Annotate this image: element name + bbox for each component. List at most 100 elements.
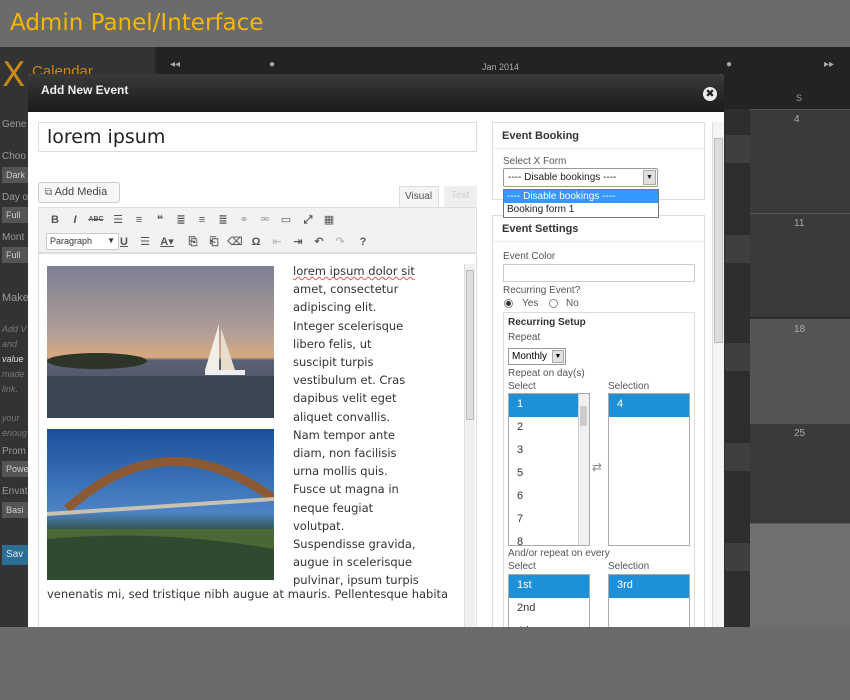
event-title-input[interactable]: lorem ipsum: [38, 122, 477, 152]
chevron-down-icon: ▼: [643, 170, 656, 185]
booking-form-dropdown[interactable]: ---- Disable bookings ---- Booking form …: [503, 189, 659, 218]
calendar-day-cell[interactable]: 18: [750, 319, 850, 423]
list-item[interactable]: 2: [509, 417, 589, 440]
text-color-icon[interactable]: A▾: [159, 234, 175, 250]
list-item[interactable]: 1: [509, 394, 589, 417]
strikethrough-icon[interactable]: ABC: [88, 212, 104, 228]
format-select[interactable]: Paragraph ▼: [46, 233, 119, 250]
repeat-value: Monthly: [512, 351, 548, 362]
sidebar-select[interactable]: Full: [2, 247, 28, 263]
list-item[interactable]: 4th: [509, 621, 589, 627]
prev-year-button[interactable]: ◂◂: [170, 59, 180, 70]
modal-scrollbar[interactable]: [712, 122, 724, 627]
text-line: Suspendisse gravida,: [293, 537, 416, 552]
repeat-label: Repeat: [508, 332, 541, 343]
sailboat-image: [47, 266, 274, 418]
modal-scroll-thumb[interactable]: [714, 138, 723, 343]
unlink-icon[interactable]: ⚮: [257, 212, 273, 228]
calendar-day-cell[interactable]: 4: [750, 109, 850, 217]
text-line: neque feugiat: [293, 500, 374, 515]
align-left-icon[interactable]: ≣: [173, 212, 189, 228]
list-item[interactable]: 3rd: [609, 575, 689, 598]
next-month-icon[interactable]: ●: [726, 59, 732, 70]
special-character-icon[interactable]: Ω: [248, 234, 264, 250]
swap-arrows-icon[interactable]: ⇄: [588, 460, 606, 474]
sidebar-save-button[interactable]: Sav: [2, 545, 28, 565]
close-icon[interactable]: ✖: [703, 87, 717, 101]
event-marker[interactable]: [725, 443, 750, 471]
calendar-day-cell[interactable]: 25: [750, 423, 850, 523]
numbered-list-icon[interactable]: ≡: [131, 212, 147, 228]
underline-icon[interactable]: U: [116, 234, 132, 250]
list-item[interactable]: 4: [609, 394, 689, 417]
sidebar-select[interactable]: Dark: [2, 167, 28, 183]
dropdown-option[interactable]: ---- Disable bookings ----: [504, 190, 658, 203]
sidebar-label: Mont: [2, 232, 25, 243]
logo-x-icon: X: [2, 55, 26, 95]
clear-formatting-icon[interactable]: ⌫: [227, 234, 243, 250]
dropdown-option[interactable]: Booking form 1: [504, 203, 658, 216]
paste-word-icon[interactable]: ⎗: [206, 234, 222, 250]
event-marker[interactable]: [725, 543, 750, 571]
event-color-input[interactable]: [503, 264, 695, 282]
text-line: lorem ipsum dolor sit: [293, 262, 433, 280]
list-item[interactable]: 5: [509, 463, 589, 486]
calendar-date: 18: [794, 324, 806, 335]
undo-icon[interactable]: ↶: [311, 234, 327, 250]
every-selection-list[interactable]: 3rd: [608, 574, 690, 627]
text-line: libero felis, ut: [293, 336, 372, 351]
days-select-list[interactable]: 1 2 3 5 6 7 8: [508, 393, 590, 546]
content-editor[interactable]: lorem ipsum dolor sit amet, consectetur …: [38, 253, 477, 627]
repeat-select[interactable]: Monthly ▼: [508, 348, 566, 365]
link-icon[interactable]: ⚭: [236, 212, 252, 228]
list-item[interactable]: 7: [509, 509, 589, 532]
text-line: urna mollis quis.: [293, 464, 388, 479]
sidebar-select[interactable]: Powe: [2, 461, 29, 477]
event-marker[interactable]: [725, 235, 750, 263]
align-center-icon[interactable]: ≡: [194, 212, 210, 228]
recurring-setup-box: Recurring Setup Repeat Monthly ▼ Repeat …: [503, 312, 695, 627]
every-select-list[interactable]: 1st 2nd 4th: [508, 574, 590, 627]
align-right-icon[interactable]: ≣: [215, 212, 231, 228]
next-year-button[interactable]: ▸▸: [824, 59, 834, 70]
editor-scroll-thumb[interactable]: [466, 270, 474, 420]
redo-icon[interactable]: ↷: [332, 234, 348, 250]
tab-text[interactable]: Text: [444, 186, 477, 207]
booking-form-select[interactable]: ---- Disable bookings ---- ▼: [503, 168, 658, 187]
days-selection-list[interactable]: 4: [608, 393, 690, 546]
toolbar-toggle-icon[interactable]: ▦: [321, 212, 337, 228]
list-item[interactable]: 2nd: [509, 598, 589, 621]
italic-icon[interactable]: I: [67, 212, 83, 228]
outdent-icon[interactable]: ⇤: [269, 234, 285, 250]
fullscreen-icon[interactable]: ⤢: [300, 212, 316, 228]
recurring-yes-radio[interactable]: [504, 299, 513, 308]
list-item[interactable]: 6: [509, 486, 589, 509]
blockquote-icon[interactable]: ❝: [152, 212, 168, 228]
list-item[interactable]: 1st: [509, 575, 589, 598]
event-marker[interactable]: [725, 343, 750, 371]
recurring-no-radio[interactable]: [549, 299, 558, 308]
list-scroll-thumb[interactable]: [580, 406, 587, 426]
indent-icon[interactable]: ⇥: [290, 234, 306, 250]
list-item[interactable]: 3: [509, 440, 589, 463]
add-media-button[interactable]: ⧉ Add Media: [38, 182, 120, 203]
event-marker[interactable]: [725, 135, 750, 163]
bold-icon[interactable]: B: [47, 212, 63, 228]
sidebar-select[interactable]: Basi: [2, 502, 28, 518]
text-line: volutpat.: [293, 518, 345, 533]
sailboat-illustration: [47, 324, 274, 418]
justify-icon[interactable]: ☰: [137, 234, 153, 250]
calendar-day-cell[interactable]: [750, 523, 850, 627]
selection-label: Selection: [608, 561, 650, 572]
bulleted-list-icon[interactable]: ☰: [110, 212, 126, 228]
editor-scrollbar[interactable]: [464, 264, 475, 627]
tab-visual[interactable]: Visual: [399, 186, 439, 207]
sidebar-select[interactable]: Full: [2, 207, 28, 223]
read-more-icon[interactable]: ▭: [278, 212, 294, 228]
help-icon[interactable]: ?: [355, 234, 371, 250]
prev-month-icon[interactable]: ●: [269, 59, 275, 70]
calendar-day-cell[interactable]: 11: [750, 213, 850, 317]
list-item[interactable]: 8: [509, 532, 589, 545]
media-icon: ⧉: [45, 187, 53, 198]
paste-text-icon[interactable]: ⎘: [185, 234, 201, 250]
